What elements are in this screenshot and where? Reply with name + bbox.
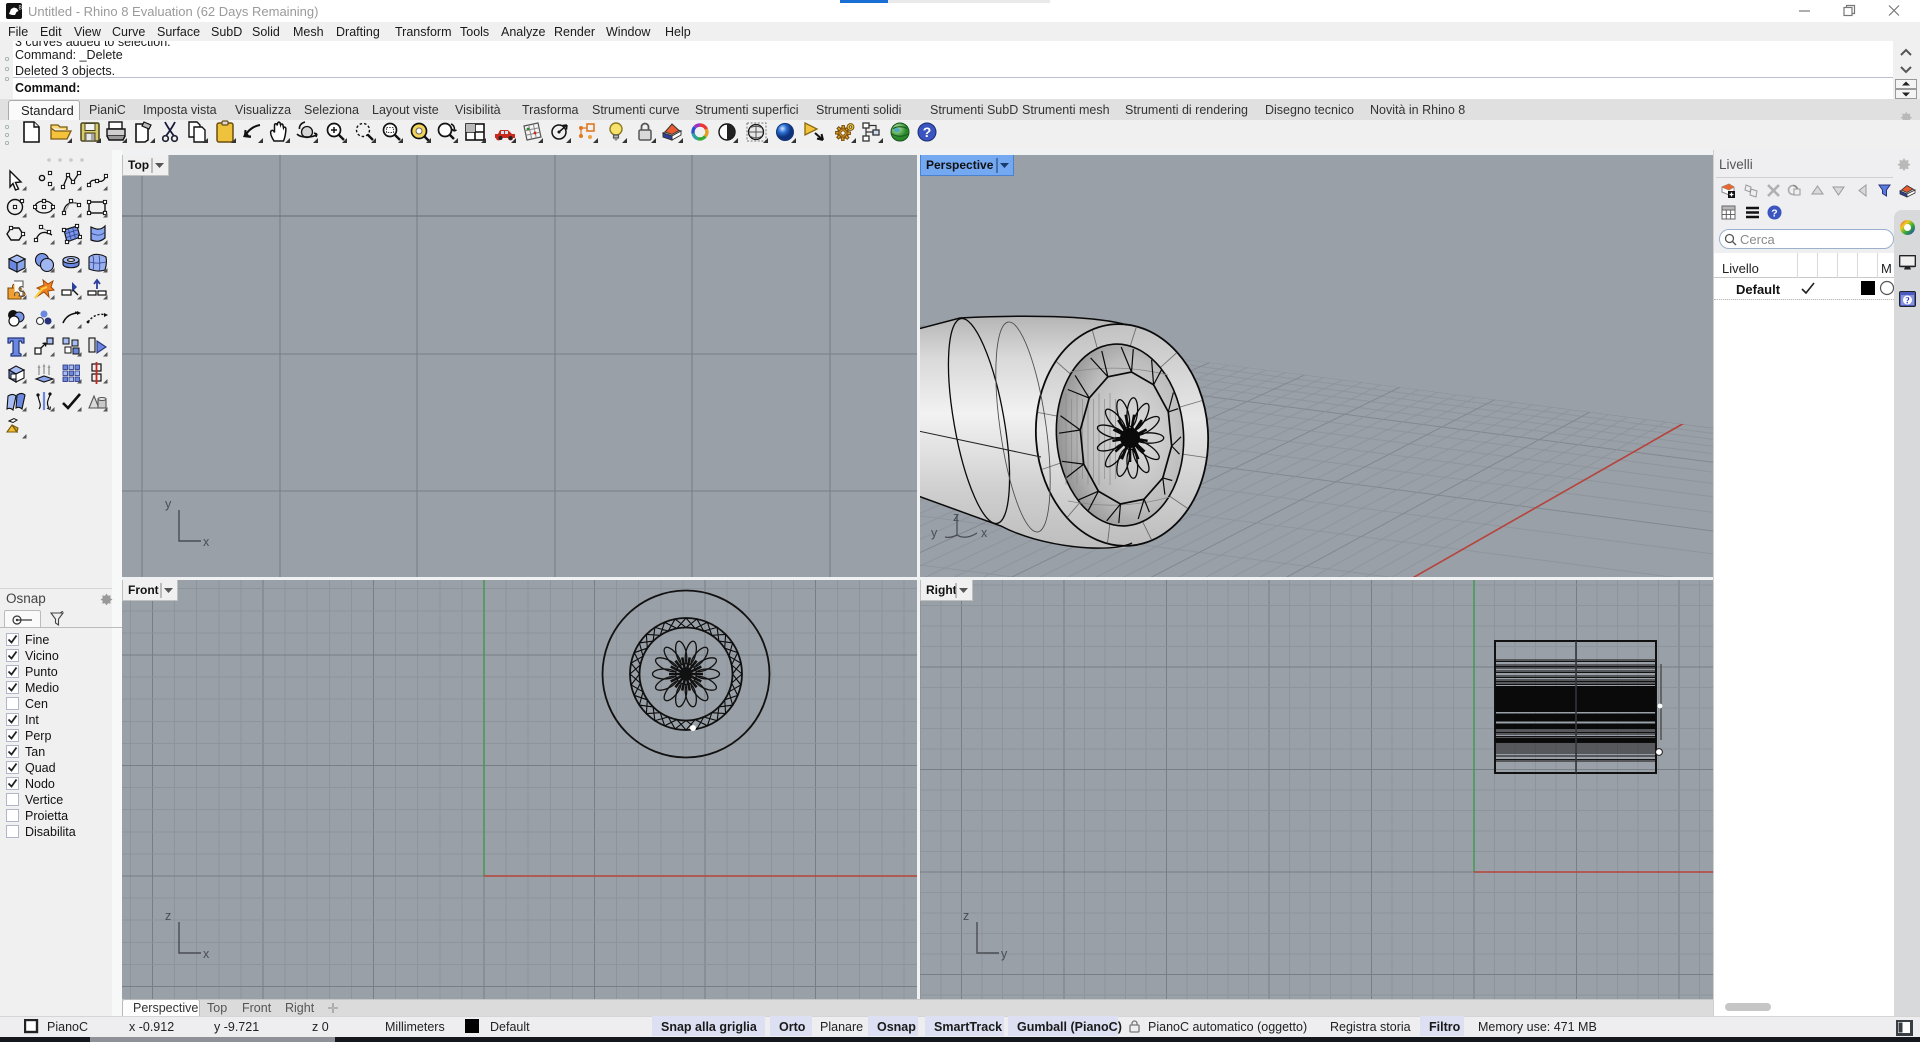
svg-text:y: y [165,497,172,511]
svg-text:z: z [963,909,969,923]
svg-text:?: ? [1771,208,1777,220]
svg-text:z: z [953,510,959,524]
svg-text:y: y [931,526,938,540]
svg-text:y: y [1001,947,1008,961]
svg-text:?: ? [923,124,932,140]
svg-text:?: ? [1905,296,1910,306]
svg-text:8: 8 [19,6,23,12]
svg-text:z: z [165,909,171,923]
svg-text:x: x [203,535,210,549]
svg-text:x: x [981,526,988,540]
svg-text:x: x [203,947,210,961]
